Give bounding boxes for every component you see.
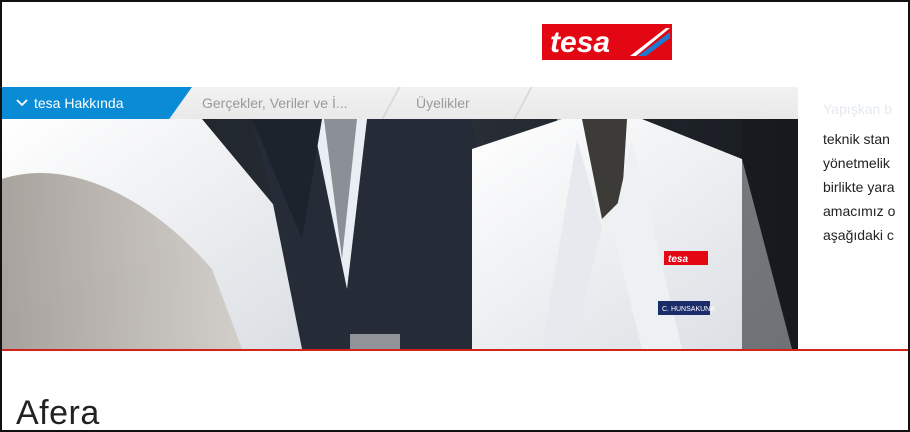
name-tag-text: C. HUNSAKUNA	[662, 306, 715, 313]
logo-text: tesa	[550, 26, 610, 59]
intro-line: aşağıdaki c	[823, 227, 894, 243]
intro-line: teknik stan	[823, 131, 890, 147]
intro-text-panel: Yapışkan b teknik stan yönetmelik birlik…	[798, 87, 908, 349]
tab-uyelikler[interactable]: Üyelikler	[416, 87, 470, 119]
hero-image: tesa C. HUNSAKUNA	[2, 119, 798, 349]
section-divider	[2, 349, 908, 351]
tab-gercekler[interactable]: Gerçekler, Veriler ve İ...	[202, 87, 348, 119]
intro-line: birlikte yara	[823, 179, 895, 195]
coat-badge-text: tesa	[668, 254, 688, 265]
tesa-logo[interactable]: tesa	[542, 22, 672, 62]
page-frame: tesa tesa Hakkında Gerçekler, Veriler ve…	[0, 0, 910, 432]
tab-tesa-hakkinda[interactable]: tesa Hakkında	[2, 87, 192, 119]
intro-line: amacımız o	[823, 203, 896, 219]
intro-line: yönetmelik	[823, 155, 890, 171]
section-nav: tesa Hakkında Gerçekler, Veriler ve İ...…	[2, 87, 802, 119]
section-heading: Afera	[16, 394, 100, 432]
tab-label-active: tesa Hakkında	[34, 95, 124, 111]
chevron-down-icon	[16, 87, 28, 119]
intro-faded-line: Yapışkan b	[823, 101, 893, 117]
